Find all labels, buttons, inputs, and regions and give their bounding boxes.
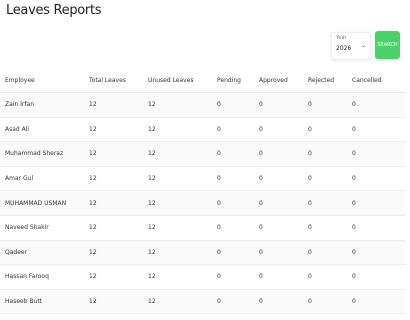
cell-approved: 0 bbox=[259, 240, 308, 266]
cell-cancelled: 0 bbox=[352, 141, 406, 167]
cell-cancelled: 0 bbox=[352, 289, 406, 315]
cell-total-leaves: 12 bbox=[89, 141, 148, 167]
year-select[interactable]: Year 2026 ⌄ bbox=[331, 32, 371, 60]
cell-unused-leaves: 12 bbox=[148, 215, 217, 241]
cell-approved: 0 bbox=[259, 190, 308, 216]
cell-pending: 0 bbox=[217, 141, 259, 167]
cell-rejected: 0 bbox=[308, 240, 352, 266]
cell-rejected: 0 bbox=[308, 141, 352, 167]
column-header-rejected: Rejected bbox=[308, 68, 352, 93]
page-title: Leaves Reports bbox=[6, 3, 102, 18]
table-row: Naveed Shakir 12 12 0 0 0 0 bbox=[0, 215, 406, 241]
cell-approved: 0 bbox=[259, 141, 308, 167]
cell-employee: Hassan Farooq bbox=[0, 264, 89, 290]
cell-total-leaves: 12 bbox=[89, 190, 148, 216]
cell-total-leaves: 12 bbox=[89, 289, 148, 315]
table-row: MUHAMMAD USMAN 12 12 0 0 0 0 bbox=[0, 190, 406, 216]
cell-employee: Asad Ali bbox=[0, 117, 89, 143]
cell-cancelled: 0 bbox=[352, 264, 406, 290]
cell-total-leaves: 12 bbox=[89, 264, 148, 290]
cell-approved: 0 bbox=[259, 264, 308, 290]
cell-cancelled: 0 bbox=[352, 92, 406, 118]
cell-rejected: 0 bbox=[308, 264, 352, 290]
cell-employee: Muhammad Sheraz bbox=[0, 141, 89, 167]
table-row: Qadeer 12 12 0 0 0 0 bbox=[0, 240, 406, 266]
cell-total-leaves: 12 bbox=[89, 215, 148, 241]
cell-cancelled: 0 bbox=[352, 215, 406, 241]
cell-employee: Haseeb Butt bbox=[0, 289, 89, 315]
leaves-table: Employee Total Leaves Unused Leaves Pend… bbox=[0, 68, 406, 315]
cell-pending: 0 bbox=[217, 190, 259, 216]
cell-pending: 0 bbox=[217, 92, 259, 118]
cell-rejected: 0 bbox=[308, 215, 352, 241]
year-select-label: Year bbox=[336, 35, 347, 41]
cell-total-leaves: 12 bbox=[89, 117, 148, 143]
cell-pending: 0 bbox=[217, 289, 259, 315]
cell-cancelled: 0 bbox=[352, 117, 406, 143]
cell-unused-leaves: 12 bbox=[148, 141, 217, 167]
cell-employee: Qadeer bbox=[0, 240, 89, 266]
cell-rejected: 0 bbox=[308, 289, 352, 315]
cell-unused-leaves: 12 bbox=[148, 117, 217, 143]
table-row: Haseeb Butt 12 12 0 0 0 0 bbox=[0, 289, 406, 315]
cell-total-leaves: 12 bbox=[89, 240, 148, 266]
cell-rejected: 0 bbox=[308, 166, 352, 192]
cell-rejected: 0 bbox=[308, 117, 352, 143]
cell-rejected: 0 bbox=[308, 92, 352, 118]
column-header-approved: Approved bbox=[259, 68, 308, 93]
table-row: Muhammad Sheraz 12 12 0 0 0 0 bbox=[0, 141, 406, 167]
cell-cancelled: 0 bbox=[352, 240, 406, 266]
cell-rejected: 0 bbox=[308, 190, 352, 216]
cell-employee: Amar Gul bbox=[0, 166, 89, 192]
cell-pending: 0 bbox=[217, 264, 259, 290]
column-header-pending: Pending bbox=[217, 68, 259, 93]
cell-unused-leaves: 12 bbox=[148, 166, 217, 192]
table-row: Asad Ali 12 12 0 0 0 0 bbox=[0, 117, 406, 143]
table-header-row: Employee Total Leaves Unused Leaves Pend… bbox=[0, 68, 406, 93]
cell-approved: 0 bbox=[259, 117, 308, 143]
column-header-cancelled: Cancelled bbox=[352, 68, 406, 93]
table-row: Zain Irfan 12 12 0 0 0 0 bbox=[0, 92, 406, 118]
cell-pending: 0 bbox=[217, 166, 259, 192]
cell-unused-leaves: 12 bbox=[148, 289, 217, 315]
cell-cancelled: 0 bbox=[352, 166, 406, 192]
cell-unused-leaves: 12 bbox=[148, 264, 217, 290]
chevron-down-icon: ⌄ bbox=[360, 42, 366, 49]
cell-unused-leaves: 12 bbox=[148, 240, 217, 266]
cell-employee: Zain Irfan bbox=[0, 92, 89, 118]
cell-approved: 0 bbox=[259, 215, 308, 241]
cell-unused-leaves: 12 bbox=[148, 92, 217, 118]
cell-approved: 0 bbox=[259, 166, 308, 192]
table-row: Hassan Farooq 12 12 0 0 0 0 bbox=[0, 264, 406, 290]
cell-approved: 0 bbox=[259, 289, 308, 315]
cell-pending: 0 bbox=[217, 215, 259, 241]
cell-unused-leaves: 12 bbox=[148, 190, 217, 216]
search-button[interactable]: SEARCH bbox=[375, 31, 400, 59]
cell-cancelled: 0 bbox=[352, 190, 406, 216]
cell-total-leaves: 12 bbox=[89, 92, 148, 118]
cell-employee: Naveed Shakir bbox=[0, 215, 89, 241]
cell-total-leaves: 12 bbox=[89, 166, 148, 192]
column-header-total-leaves: Total Leaves bbox=[89, 68, 148, 93]
cell-pending: 0 bbox=[217, 240, 259, 266]
column-header-unused-leaves: Unused Leaves bbox=[148, 68, 217, 93]
cell-pending: 0 bbox=[217, 117, 259, 143]
year-select-value: 2026 bbox=[336, 45, 352, 52]
table-row: Amar Gul 12 12 0 0 0 0 bbox=[0, 166, 406, 192]
cell-employee: MUHAMMAD USMAN bbox=[0, 190, 89, 216]
cell-approved: 0 bbox=[259, 92, 308, 118]
column-header-employee: Employee bbox=[0, 68, 89, 93]
